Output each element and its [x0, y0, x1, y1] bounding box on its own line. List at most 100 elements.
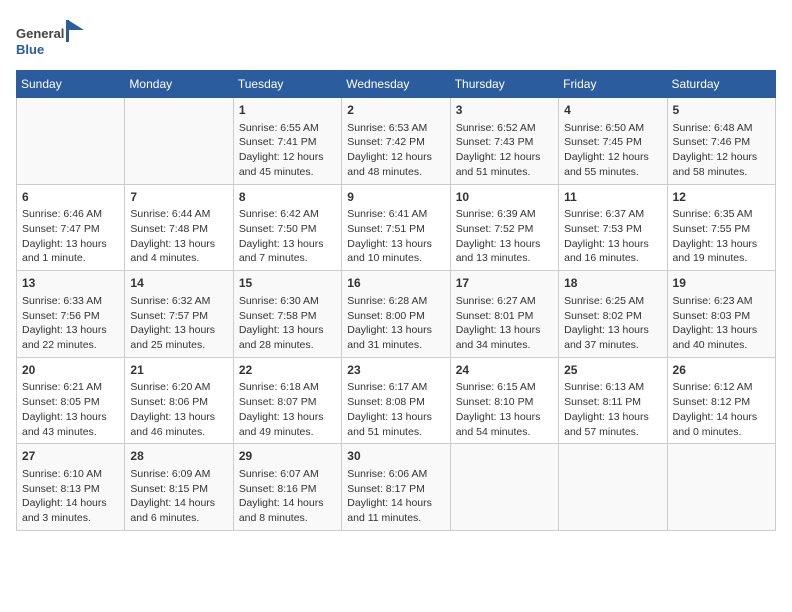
weekday-header-saturday: Saturday — [667, 71, 775, 98]
day-number: 1 — [239, 102, 336, 119]
day-info-line: Sunrise: 6:23 AM — [673, 294, 770, 309]
day-number: 19 — [673, 275, 770, 292]
weekday-header-monday: Monday — [125, 71, 233, 98]
day-info-line: Daylight: 13 hours — [22, 237, 119, 252]
day-info-line: Sunrise: 6:52 AM — [456, 121, 553, 136]
day-number: 3 — [456, 102, 553, 119]
generalblue-logo-icon: General Blue — [16, 16, 86, 58]
day-info-line: and 54 minutes. — [456, 425, 553, 440]
calendar-cell: 25Sunrise: 6:13 AMSunset: 8:11 PMDayligh… — [559, 357, 667, 444]
day-info-line: Sunset: 7:57 PM — [130, 309, 227, 324]
day-info-line: Sunset: 8:12 PM — [673, 395, 770, 410]
calendar-week-4: 20Sunrise: 6:21 AMSunset: 8:05 PMDayligh… — [17, 357, 776, 444]
calendar-cell: 22Sunrise: 6:18 AMSunset: 8:07 PMDayligh… — [233, 357, 341, 444]
calendar-cell: 16Sunrise: 6:28 AMSunset: 8:00 PMDayligh… — [342, 271, 450, 358]
day-info-line: Sunrise: 6:48 AM — [673, 121, 770, 136]
calendar-week-1: 1 Sunrise: 6:55 AMSunset: 7:41 PM Daylight… — [17, 98, 776, 185]
day-info-line: Daylight: 12 hours — [347, 150, 444, 165]
calendar-cell: 21Sunrise: 6:20 AMSunset: 8:06 PMDayligh… — [125, 357, 233, 444]
day-info-line: Daylight: 13 hours — [347, 237, 444, 252]
day-info-line: and 55 minutes. — [564, 165, 661, 180]
day-info-line: Daylight: 13 hours — [456, 237, 553, 252]
day-number: 5 — [673, 102, 770, 119]
calendar-cell: 27Sunrise: 6:10 AMSunset: 8:13 PMDayligh… — [17, 444, 125, 531]
calendar-cell: 9Sunrise: 6:41 AMSunset: 7:51 PMDaylight… — [342, 184, 450, 271]
day-info-line: Sunrise: 6:17 AM — [347, 380, 444, 395]
day-info-line: Sunrise: 6:53 AM — [347, 121, 444, 136]
day-number: 26 — [673, 362, 770, 379]
calendar-cell: 29Sunrise: 6:07 AMSunset: 8:16 PMDayligh… — [233, 444, 341, 531]
calendar-cell: 15Sunrise: 6:30 AMSunset: 7:58 PMDayligh… — [233, 271, 341, 358]
day-info-line: Sunrise: 6:21 AM — [22, 380, 119, 395]
day-info-line: Sunrise: 6:55 AM — [239, 121, 336, 136]
day-info-line: Sunrise: 6:18 AM — [239, 380, 336, 395]
day-number: 10 — [456, 189, 553, 206]
day-info-line: Sunrise: 6:13 AM — [564, 380, 661, 395]
day-info-line: Sunset: 7:42 PM — [347, 135, 444, 150]
calendar-cell: 23Sunrise: 6:17 AMSunset: 8:08 PMDayligh… — [342, 357, 450, 444]
day-info-line: Sunset: 7:56 PM — [22, 309, 119, 324]
day-number: 15 — [239, 275, 336, 292]
day-info-line: Sunrise: 6:37 AM — [564, 207, 661, 222]
day-info-line: Sunset: 7:45 PM — [564, 135, 661, 150]
day-number: 6 — [22, 189, 119, 206]
calendar-cell — [559, 444, 667, 531]
calendar-cell: 7Sunrise: 6:44 AMSunset: 7:48 PMDaylight… — [125, 184, 233, 271]
day-info-line: Sunset: 8:15 PM — [130, 482, 227, 497]
day-info-line: and 58 minutes. — [673, 165, 770, 180]
day-info-line: Sunrise: 6:30 AM — [239, 294, 336, 309]
day-number: 9 — [347, 189, 444, 206]
day-info-line: Sunrise: 6:27 AM — [456, 294, 553, 309]
day-info-line: Sunset: 8:06 PM — [130, 395, 227, 410]
day-info-line: Sunset: 8:00 PM — [347, 309, 444, 324]
day-info-line: and 49 minutes. — [239, 425, 336, 440]
day-info-line: Daylight: 13 hours — [22, 323, 119, 338]
calendar-cell — [450, 444, 558, 531]
day-number: 28 — [130, 448, 227, 465]
day-info-line: Sunset: 7:47 PM — [22, 222, 119, 237]
day-info-line: Sunset: 8:10 PM — [456, 395, 553, 410]
day-info-line: Daylight: 13 hours — [456, 410, 553, 425]
day-info-line: Sunset: 8:16 PM — [239, 482, 336, 497]
day-info-line: Sunset: 8:05 PM — [22, 395, 119, 410]
calendar-cell: 20Sunrise: 6:21 AMSunset: 8:05 PMDayligh… — [17, 357, 125, 444]
day-info-line: Sunset: 7:48 PM — [130, 222, 227, 237]
day-info-line: Sunset: 8:13 PM — [22, 482, 119, 497]
day-info-line: and 3 minutes. — [22, 511, 119, 526]
day-info-line: and 37 minutes. — [564, 338, 661, 353]
day-info-line: and 28 minutes. — [239, 338, 336, 353]
day-number: 8 — [239, 189, 336, 206]
calendar-cell: 26Sunrise: 6:12 AMSunset: 8:12 PMDayligh… — [667, 357, 775, 444]
calendar-week-3: 13Sunrise: 6:33 AMSunset: 7:56 PMDayligh… — [17, 271, 776, 358]
calendar-cell: 18Sunrise: 6:25 AMSunset: 8:02 PMDayligh… — [559, 271, 667, 358]
day-info-line: and 31 minutes. — [347, 338, 444, 353]
calendar-table: SundayMondayTuesdayWednesdayThursdayFrid… — [16, 70, 776, 531]
day-info-line: Sunset: 8:01 PM — [456, 309, 553, 324]
day-info-line: Sunset: 7:41 PM — [239, 135, 336, 150]
day-number: 25 — [564, 362, 661, 379]
calendar-cell: 14Sunrise: 6:32 AMSunset: 7:57 PMDayligh… — [125, 271, 233, 358]
svg-text:Blue: Blue — [16, 42, 44, 57]
calendar-cell: 4Sunrise: 6:50 AMSunset: 7:45 PMDaylight… — [559, 98, 667, 185]
day-info-line: and 25 minutes. — [130, 338, 227, 353]
day-info-line: Sunset: 7:58 PM — [239, 309, 336, 324]
day-info-line: Sunrise: 6:39 AM — [456, 207, 553, 222]
day-info-line: and 51 minutes. — [456, 165, 553, 180]
day-info-line: Daylight: 13 hours — [130, 323, 227, 338]
calendar-cell — [667, 444, 775, 531]
day-info-line: Sunset: 7:53 PM — [564, 222, 661, 237]
day-info-line: Sunrise: 6:35 AM — [673, 207, 770, 222]
calendar-cell: 13 Sunrise: 6:33 AMSunset: 7:56 PMDayligh… — [17, 271, 125, 358]
day-info-line: and 51 minutes. — [347, 425, 444, 440]
day-number: 27 — [22, 448, 119, 465]
day-number: 16 — [347, 275, 444, 292]
day-info-line: Sunset: 8:03 PM — [673, 309, 770, 324]
day-info-line: Daylight: 13 hours — [564, 237, 661, 252]
day-info-line: and 0 minutes. — [673, 425, 770, 440]
logo: General Blue — [16, 16, 86, 58]
day-info-line: and 40 minutes. — [673, 338, 770, 353]
day-info-line: Sunrise: 6:33 AM — [22, 294, 119, 309]
day-info-line: Daylight: 14 hours — [130, 496, 227, 511]
day-number: 13 — [22, 275, 119, 292]
day-info-line: Sunrise: 6:41 AM — [347, 207, 444, 222]
